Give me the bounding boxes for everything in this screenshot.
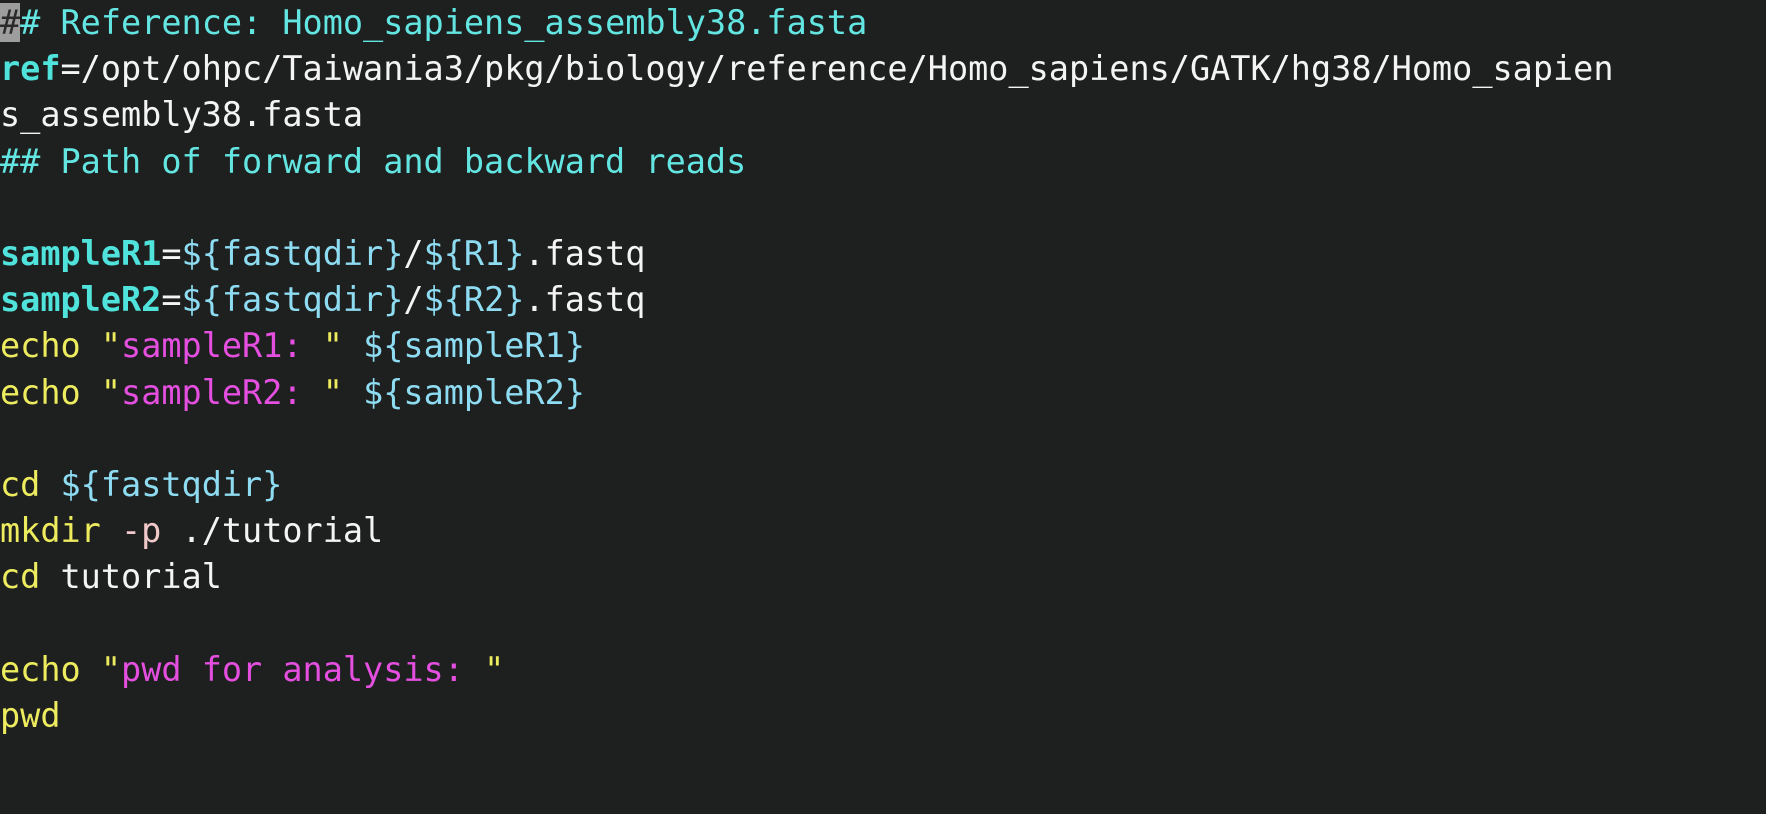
code-token-builtin: echo bbox=[0, 372, 81, 412]
code-token-quote: " bbox=[322, 326, 343, 366]
code-token-plain: .fastq bbox=[524, 233, 646, 273]
code-editor-area[interactable]: ## Reference: Homo_sapiens_assembly38.fa… bbox=[0, 0, 1766, 814]
code-line[interactable]: echo "sampleR1: " ${sampleR1} bbox=[0, 323, 1766, 369]
code-line-blank[interactable] bbox=[0, 416, 1766, 462]
code-line-blank[interactable] bbox=[0, 185, 1766, 231]
code-line[interactable]: pwd bbox=[0, 693, 1766, 739]
code-token-var-def: sampleR1 bbox=[0, 233, 162, 273]
code-token-var-def: sampleR2 bbox=[0, 280, 162, 320]
code-line[interactable]: mkdir -p ./tutorial bbox=[0, 508, 1766, 554]
code-token-plain: .fastq bbox=[524, 280, 646, 320]
code-token-plain: / bbox=[403, 280, 424, 320]
code-token-flag: -p bbox=[121, 511, 162, 551]
text-cursor: # bbox=[0, 3, 21, 42]
code-line[interactable]: cd tutorial bbox=[0, 554, 1766, 600]
code-token-expansion: ${R1} bbox=[423, 233, 525, 273]
code-token-builtin: mkdir bbox=[0, 511, 101, 551]
code-token-expansion: ${sampleR1} bbox=[363, 326, 585, 366]
code-token-var-def: ref bbox=[0, 49, 61, 89]
code-token-string: sampleR2: bbox=[121, 372, 323, 412]
code-token-quote: " bbox=[484, 649, 505, 689]
code-token-expansion: ${fastqdir} bbox=[181, 233, 404, 273]
code-line[interactable]: s_assembly38.fasta bbox=[0, 92, 1766, 138]
code-token-expansion: ${fastqdir} bbox=[181, 280, 404, 320]
code-token-expansion: ${R2} bbox=[423, 280, 525, 320]
code-line[interactable]: sampleR1=${fastqdir}/${R1}.fastq bbox=[0, 231, 1766, 277]
code-token-builtin: pwd bbox=[0, 695, 61, 735]
code-token-expansion: ${sampleR2} bbox=[363, 372, 585, 412]
code-token-builtin: cd bbox=[0, 557, 41, 597]
terminal-window[interactable]: ## Reference: Homo_sapiens_assembly38.fa… bbox=[0, 0, 1766, 814]
code-token-comment: # Reference: Homo_sapiens_assembly38.fas… bbox=[20, 3, 868, 42]
code-line[interactable]: echo "pwd for analysis: " bbox=[0, 647, 1766, 693]
code-line[interactable]: ## Reference: Homo_sapiens_assembly38.fa… bbox=[0, 0, 1766, 46]
code-token-string: pwd for analysis: bbox=[121, 649, 485, 689]
code-token-quote: " bbox=[100, 649, 122, 689]
code-line[interactable]: ## Path of forward and backward reads bbox=[0, 139, 1766, 185]
code-token-quote: " bbox=[322, 372, 343, 412]
code-line-blank[interactable] bbox=[0, 600, 1766, 646]
code-token-op: = bbox=[161, 233, 182, 273]
code-token-string: sampleR1: bbox=[121, 326, 323, 366]
code-token-plain: ./tutorial bbox=[161, 511, 384, 551]
code-token-builtin: echo bbox=[0, 326, 81, 366]
code-token-expansion: ${fastqdir} bbox=[60, 464, 283, 504]
code-token-builtin: cd bbox=[0, 464, 41, 504]
code-token-quote: " bbox=[100, 326, 122, 366]
code-token-plain: =/opt/ohpc/Taiwania3/pkg/biology/referen… bbox=[60, 49, 1614, 89]
code-line[interactable]: cd ${fastqdir} bbox=[0, 462, 1766, 508]
code-token-builtin: echo bbox=[0, 649, 81, 689]
code-token-quote: " bbox=[100, 372, 122, 412]
code-token-op: = bbox=[161, 280, 182, 320]
code-line[interactable]: sampleR2=${fastqdir}/${R2}.fastq bbox=[0, 277, 1766, 323]
code-token-plain: / bbox=[403, 233, 424, 273]
code-token-comment: ## Path of forward and backward reads bbox=[0, 141, 747, 181]
code-line[interactable]: ref=/opt/ohpc/Taiwania3/pkg/biology/refe… bbox=[0, 46, 1766, 92]
code-token-plain: s_assembly38.fasta bbox=[0, 95, 364, 135]
code-token-plain: tutorial bbox=[40, 557, 222, 597]
code-line[interactable]: echo "sampleR2: " ${sampleR2} bbox=[0, 370, 1766, 416]
